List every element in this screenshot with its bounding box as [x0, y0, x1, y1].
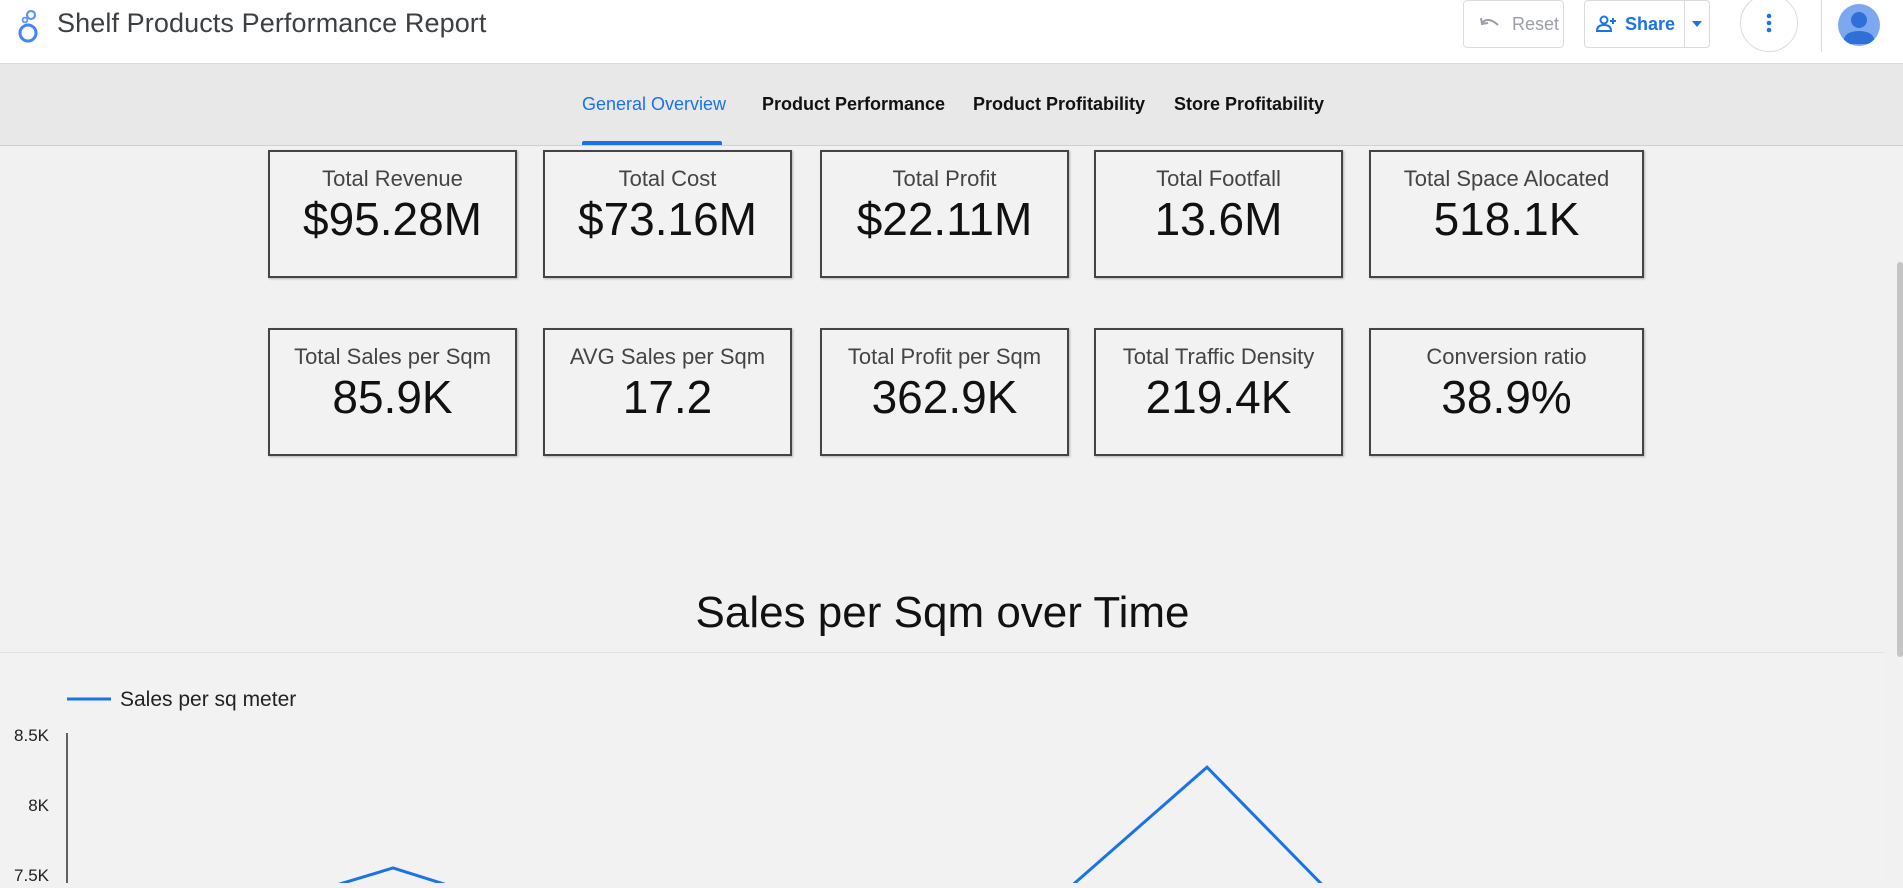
kpi-card-total-profit-per-sqm[interactable]: Total Profit per Sqm 362.9K	[820, 328, 1069, 456]
person-add-icon	[1595, 15, 1616, 32]
kpi-value: 219.4K	[1145, 371, 1292, 423]
tab-product-profitability[interactable]: Product Profitability	[973, 94, 1145, 115]
undo-icon	[1480, 17, 1499, 26]
chart-title: Sales per Sqm over Time	[695, 588, 1190, 637]
kpi-value: $73.16M	[577, 193, 757, 245]
report-title[interactable]: Shelf Products Performance Report	[57, 8, 487, 39]
vertical-scrollbar[interactable]	[1897, 262, 1903, 657]
kpi-card-total-profit[interactable]: Total Profit $22.11M	[820, 150, 1069, 278]
kpi-card-total-footfall[interactable]: Total Footfall 13.6M	[1094, 150, 1343, 278]
tab-product-performance[interactable]: Product Performance	[762, 94, 945, 115]
header-divider	[1821, 0, 1822, 52]
kpi-label: Total Space Alocated	[1403, 166, 1610, 191]
avatar-person-icon	[1843, 12, 1875, 44]
kpi-card-total-traffic-density[interactable]: Total Traffic Density 219.4K	[1094, 328, 1343, 456]
share-dropdown-button[interactable]	[1685, 1, 1709, 47]
kpi-card-total-cost[interactable]: Total Cost $73.16M	[543, 150, 792, 278]
kpi-label: Total Revenue	[322, 166, 463, 191]
active-tab-indicator	[582, 141, 722, 145]
y-tick-label: 8.5K	[14, 726, 50, 745]
series-line-sales-per-sq-meter[interactable]	[230, 765, 1340, 888]
kpi-label: AVG Sales per Sqm	[569, 344, 766, 369]
kpi-value: 518.1K	[1433, 193, 1580, 245]
sales-per-sqm-chart[interactable]: Sales per sq meter 8.5K 8K 7.5K	[0, 652, 1885, 888]
kpi-value: 362.9K	[871, 371, 1018, 423]
tab-general-overview[interactable]: General Overview	[582, 94, 726, 115]
share-button-group: Share	[1584, 0, 1710, 48]
account-avatar[interactable]	[1838, 4, 1880, 46]
kpi-card-conversion-ratio[interactable]: Conversion ratio 38.9%	[1369, 328, 1644, 456]
kpi-card-total-sales-per-sqm[interactable]: Total Sales per Sqm 85.9K	[268, 328, 517, 456]
kpi-card-total-space-allocated[interactable]: Total Space Alocated 518.1K	[1369, 150, 1644, 278]
reset-label: Reset	[1512, 13, 1560, 34]
kpi-value: 85.9K	[332, 371, 453, 423]
tab-store-profitability[interactable]: Store Profitability	[1174, 94, 1324, 115]
top-bar: Shelf Products Performance Report Reset …	[0, 0, 1903, 64]
looker-studio-logo-icon[interactable]	[14, 8, 42, 44]
legend-label[interactable]: Sales per sq meter	[120, 688, 296, 711]
kpi-label: Total Traffic Density	[1122, 344, 1315, 369]
reset-button[interactable]: Reset	[1463, 0, 1564, 48]
kpi-card-total-revenue[interactable]: Total Revenue $95.28M	[268, 150, 517, 278]
y-tick-label: 8K	[28, 796, 49, 815]
more-vert-icon	[1766, 13, 1772, 33]
y-tick-label: 7.5K	[14, 866, 50, 883]
kpi-value: 13.6M	[1154, 193, 1283, 245]
share-button[interactable]: Share	[1585, 1, 1685, 47]
kpi-value: $95.28M	[302, 193, 482, 245]
kpi-value: 38.9%	[1441, 371, 1572, 423]
more-options-button[interactable]	[1740, 0, 1798, 52]
kpi-label: Total Profit	[892, 166, 997, 191]
page-tabs: General Overview Product Performance Pro…	[0, 64, 1903, 146]
line-chart-svg: Sales per sq meter 8.5K 8K 7.5K	[14, 688, 1340, 888]
caret-down-icon	[1692, 21, 1702, 27]
kpi-value: 17.2	[622, 371, 713, 423]
kpi-label: Total Cost	[618, 166, 717, 191]
share-label: Share	[1625, 13, 1676, 34]
kpi-label: Total Footfall	[1156, 166, 1281, 191]
kpi-value: $22.11M	[856, 193, 1033, 245]
kpi-label: Total Sales per Sqm	[294, 344, 491, 369]
kpi-card-avg-sales-per-sqm[interactable]: AVG Sales per Sqm 17.2	[543, 328, 792, 456]
kpi-label: Total Profit per Sqm	[847, 344, 1042, 369]
kpi-label: Conversion ratio	[1426, 344, 1587, 369]
